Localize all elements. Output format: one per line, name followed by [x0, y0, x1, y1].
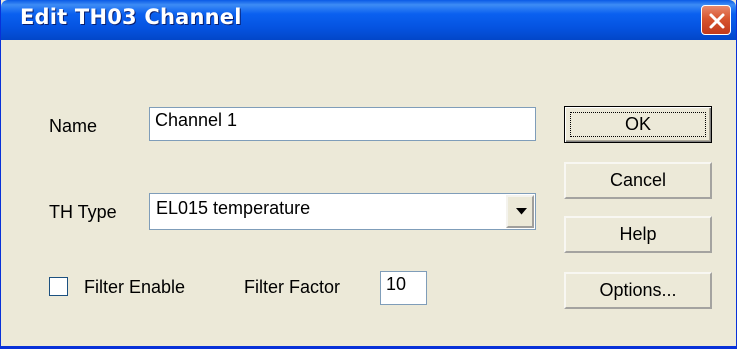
close-button[interactable] — [701, 5, 731, 35]
close-icon — [709, 13, 725, 29]
name-label: Name — [49, 116, 98, 136]
help-button[interactable]: Help — [564, 216, 712, 253]
window-title: Edit TH03 Channel — [20, 5, 242, 29]
filter-factor-label: Filter Factor — [244, 277, 341, 297]
focus-rect — [570, 112, 706, 137]
filter-factor-input[interactable]: 10 — [380, 271, 427, 305]
filter-enable-checkbox[interactable] — [49, 277, 68, 296]
filter-enable-label[interactable]: Filter Enable — [84, 277, 185, 298]
name-input[interactable]: Channel 1 — [149, 107, 536, 141]
cancel-button[interactable]: Cancel — [564, 162, 712, 199]
title-bar[interactable]: Edit TH03 Channel — [1, 0, 736, 40]
options-button[interactable]: Options... — [564, 272, 712, 309]
chevron-down-icon — [516, 208, 527, 215]
dropdown-button[interactable] — [506, 195, 534, 228]
th-type-select[interactable]: EL015 temperature — [149, 193, 536, 230]
ok-button[interactable]: OK — [564, 106, 712, 143]
th-type-label: TH Type — [49, 202, 117, 222]
dialog-window: Edit TH03 Channel Name Channel 1 TH Type… — [0, 0, 737, 349]
th-type-selected-value: EL015 temperature — [156, 198, 311, 218]
